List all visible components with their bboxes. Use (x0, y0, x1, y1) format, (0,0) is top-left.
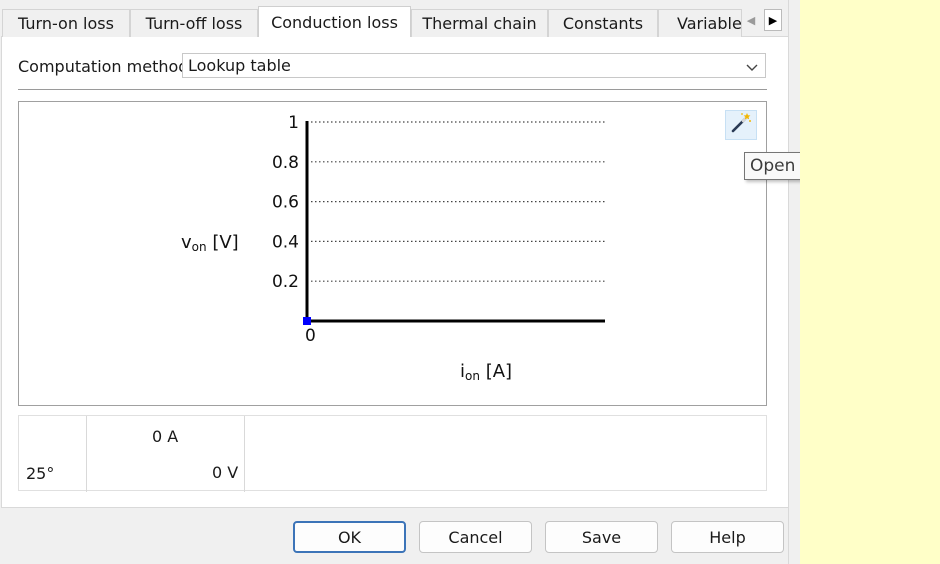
tab-constants[interactable]: Constants (548, 9, 658, 37)
table-temperature-header[interactable]: 25° (26, 464, 54, 483)
tab-turn-off-loss[interactable]: Turn-off loss (130, 9, 258, 37)
help-button[interactable]: Help (671, 521, 784, 553)
import-wizard-tooltip: Open import wizard (744, 152, 800, 180)
separator (18, 89, 767, 90)
chevron-down-icon (745, 59, 759, 78)
y-tick-label: 0.4 (272, 232, 299, 252)
y-tick-label: 1 (288, 113, 299, 133)
cancel-button[interactable]: Cancel (419, 521, 532, 553)
magic-wand-icon (729, 111, 753, 139)
tab-scroll-right-icon[interactable]: ▶ (764, 9, 782, 31)
tab-thermal-chain[interactable]: Thermal chain (411, 9, 548, 37)
import-wizard-button[interactable] (725, 110, 757, 140)
dialog-right-strip (788, 0, 800, 564)
save-button[interactable]: Save (545, 521, 658, 553)
computation-method-label: Computation method: (18, 57, 194, 76)
column-separator (86, 416, 87, 492)
dialog: Turn-on loss Turn-off loss Conduction lo… (0, 0, 800, 564)
y-tick-label: 0.6 (272, 193, 299, 213)
x-origin-label: 0 (305, 326, 316, 346)
tab-variables[interactable]: Variables (658, 9, 742, 37)
ok-button[interactable]: OK (293, 521, 406, 553)
table-current-header[interactable]: 0 A (152, 427, 178, 446)
chart-frame: 0.2 0.4 0.6 0.8 1 0 von [V] ion [A] (18, 101, 767, 406)
y-tick-label: 0.8 (272, 153, 299, 173)
lookup-table[interactable]: 0 A 25° 0 V (18, 415, 767, 492)
x-axis-label: ion [A] (460, 361, 512, 383)
tab-scroll-left-icon[interactable]: ◀ (742, 9, 760, 31)
tab-conduction-loss[interactable]: Conduction loss (258, 6, 411, 37)
computation-method-select[interactable]: Lookup table (182, 53, 766, 78)
data-point (303, 317, 311, 325)
table-voltage-cell[interactable]: 0 V (212, 463, 238, 482)
column-separator (244, 416, 245, 492)
computation-method-value: Lookup table (188, 56, 291, 75)
tab-turn-on-loss[interactable]: Turn-on loss (2, 9, 130, 37)
loss-chart: 0.2 0.4 0.6 0.8 1 0 von [V] ion [A] (181, 113, 605, 383)
y-axis-label: von [V] (181, 232, 239, 254)
y-tick-label: 0.2 (272, 272, 299, 292)
